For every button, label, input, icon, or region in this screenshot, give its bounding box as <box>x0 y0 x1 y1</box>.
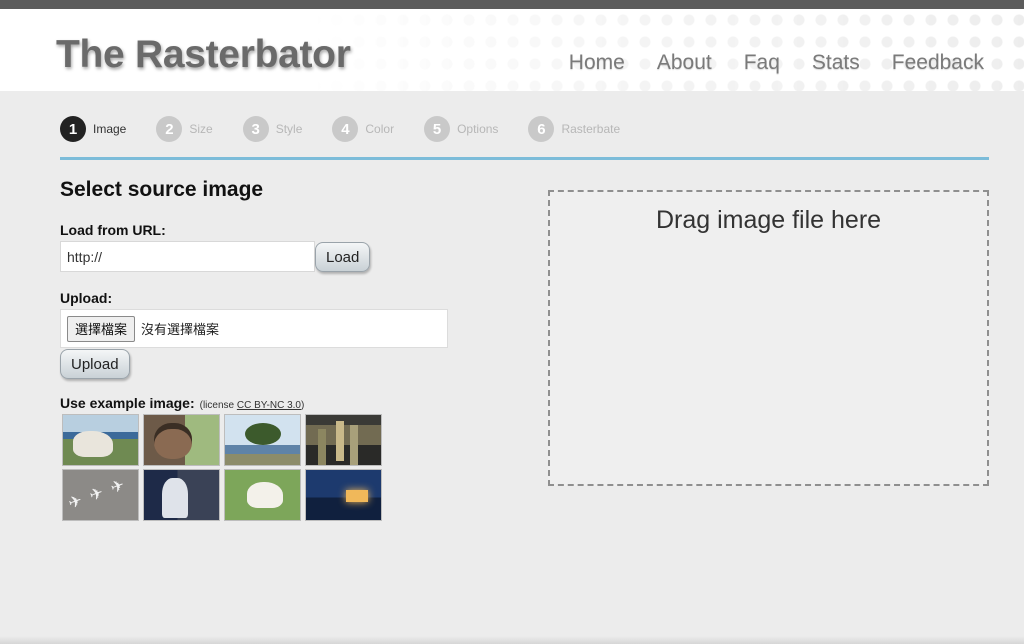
image-dropzone[interactable]: Drag image file here <box>548 190 989 486</box>
file-status-text: 沒有選擇檔案 <box>141 323 220 338</box>
step-rasterbate[interactable]: 6 Rasterbate <box>528 116 620 142</box>
example-thumb-statue[interactable] <box>143 469 220 521</box>
step-image[interactable]: 1 Image <box>60 116 126 142</box>
url-input[interactable] <box>60 241 315 272</box>
step-color[interactable]: 4 Color <box>332 116 394 142</box>
nav-about[interactable]: About <box>657 51 712 75</box>
bottom-shadow <box>0 636 1024 644</box>
step-number: 4 <box>332 116 359 142</box>
license-link[interactable]: CC BY-NC 3.0 <box>237 400 301 411</box>
step-label: Size <box>189 122 213 136</box>
section-title: Select source image <box>60 178 264 201</box>
example-image-row: Use example image: (license CC BY-NC 3.0… <box>60 395 304 411</box>
step-number: 5 <box>424 116 451 142</box>
step-style[interactable]: 3 Style <box>242 116 303 142</box>
example-thumb-tree[interactable] <box>224 414 301 466</box>
file-input: 選擇檔案 沒有選擇檔案 <box>60 309 448 348</box>
steps-divider <box>60 157 989 160</box>
load-button[interactable]: Load <box>315 242 371 272</box>
step-number: 1 <box>60 116 86 142</box>
step-label: Options <box>457 122 499 136</box>
nav-home[interactable]: Home <box>569 51 625 75</box>
site-title[interactable]: The Rasterbator <box>56 33 351 77</box>
url-label: Load from URL: <box>60 222 166 238</box>
example-thumbnails <box>62 414 382 521</box>
license-suffix: ) <box>300 400 305 411</box>
step-options[interactable]: 5 Options <box>424 116 498 142</box>
choose-file-button[interactable]: 選擇檔案 <box>67 315 136 342</box>
dropzone-text: Drag image file here <box>655 206 882 234</box>
step-number: 3 <box>242 116 269 142</box>
license-prefix: (license <box>199 400 237 411</box>
nav-stats[interactable]: Stats <box>812 51 860 75</box>
step-label: Rasterbate <box>561 122 621 136</box>
upload-button[interactable]: Upload <box>60 349 130 379</box>
step-label: Color <box>365 122 395 136</box>
step-label: Style <box>275 122 303 136</box>
example-thumb-city[interactable] <box>305 414 382 466</box>
license-note: (license CC BY-NC 3.0) <box>200 400 305 411</box>
step-number: 2 <box>156 116 183 142</box>
example-image-label: Use example image: <box>60 395 195 411</box>
upload-label: Upload: <box>60 290 113 306</box>
site-header: The Rasterbator Home About Faq Stats Fee… <box>0 9 1024 91</box>
example-thumb-airplanes[interactable] <box>62 469 139 521</box>
wizard-steps: 1 Image 2 Size 3 Style 4 Color 5 Options… <box>60 116 650 142</box>
step-label: Image <box>93 122 127 136</box>
example-thumb-sheep[interactable] <box>224 469 301 521</box>
step-number: 6 <box>528 116 555 142</box>
nav-feedback[interactable]: Feedback <box>892 51 984 75</box>
step-size[interactable]: 2 Size <box>156 116 213 142</box>
nav-faq[interactable]: Faq <box>744 51 780 75</box>
main-nav: Home About Faq Stats Feedback <box>569 51 984 75</box>
example-thumb-man[interactable] <box>143 414 220 466</box>
example-thumb-cow[interactable] <box>62 414 139 466</box>
header-dot-pattern <box>304 9 1024 91</box>
top-strip <box>0 0 1024 9</box>
example-thumb-house[interactable] <box>305 469 382 521</box>
